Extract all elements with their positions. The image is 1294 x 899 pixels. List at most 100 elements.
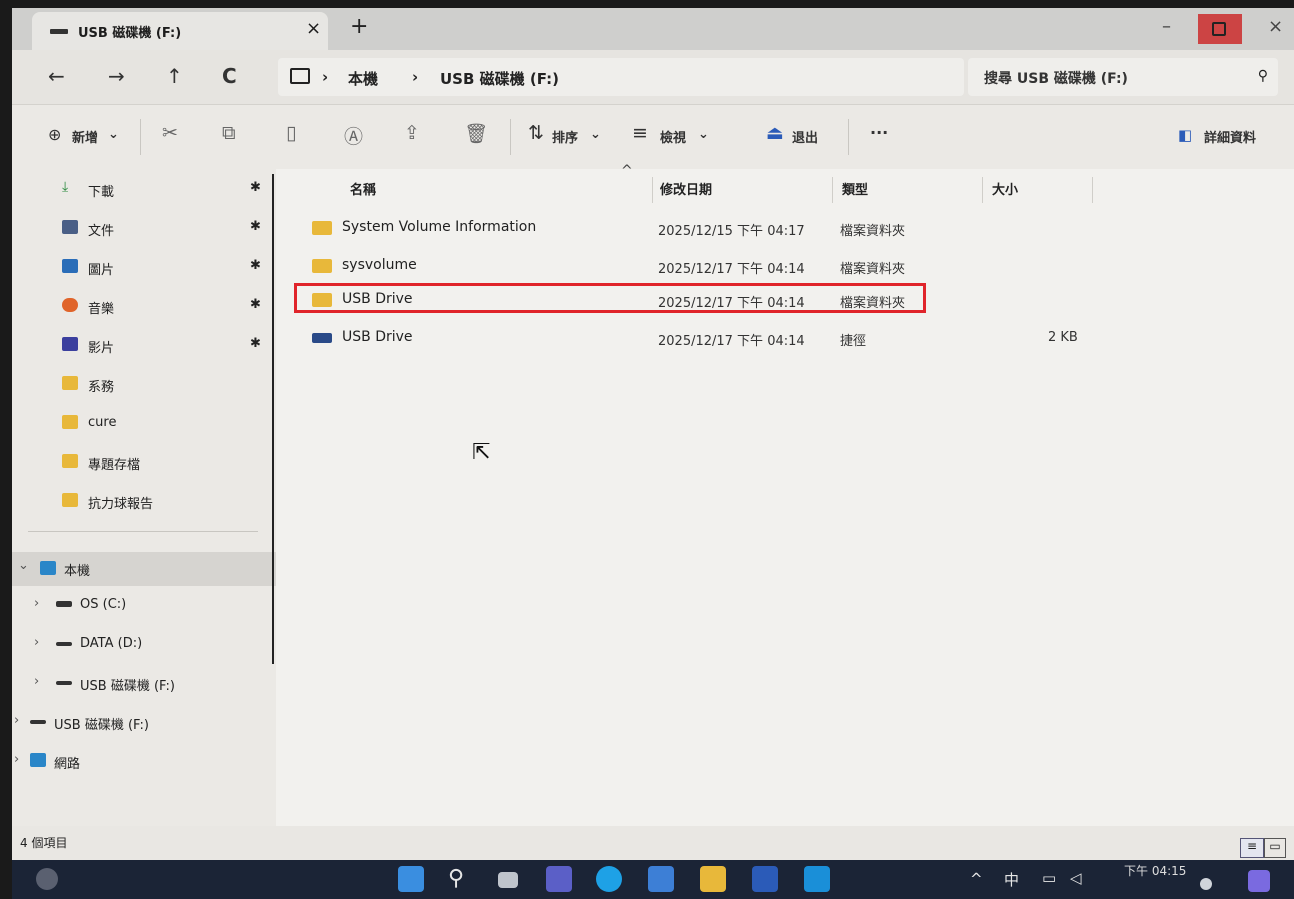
teams-icon[interactable] xyxy=(546,866,572,892)
sidebar-item-documents[interactable]: 文件 ✱ xyxy=(12,214,276,244)
chevron-right-icon[interactable]: › xyxy=(14,713,19,728)
pin-icon[interactable]: ✱ xyxy=(250,297,261,312)
paste-icon[interactable]: ▯ xyxy=(286,122,296,144)
copilot-icon[interactable] xyxy=(1248,870,1270,892)
ime-indicator[interactable]: 中 xyxy=(1004,869,1019,890)
sidebar-item-label: 音樂 xyxy=(88,302,115,317)
column-header-date[interactable]: 修改日期 xyxy=(660,179,712,198)
file-row-system-volume-information[interactable]: System Volume Information 2025/12/15 下午 … xyxy=(290,213,1280,243)
sidebar-item-network[interactable]: › 網路 xyxy=(12,747,276,777)
column-header-name[interactable]: 名稱 xyxy=(350,179,376,198)
close-window-button[interactable]: × xyxy=(1268,16,1283,37)
file-explorer-icon[interactable] xyxy=(700,866,726,892)
app-icon[interactable] xyxy=(752,866,778,892)
sidebar-item-drive-c[interactable]: › OS (C:) xyxy=(12,591,276,621)
details-view-button[interactable]: ≡ xyxy=(1240,838,1264,858)
tab-close-button[interactable]: × xyxy=(306,18,321,39)
edge-icon[interactable] xyxy=(596,866,622,892)
sidebar-item-drive-d[interactable]: › DATA (D:) xyxy=(12,630,276,660)
divider xyxy=(1092,177,1093,203)
start-button[interactable] xyxy=(398,866,424,892)
download-icon: ⤓ xyxy=(62,179,69,195)
folder-icon xyxy=(312,259,332,273)
search-input[interactable]: 搜尋 USB 磁碟機 (F:) ⚲ xyxy=(968,58,1278,96)
sidebar-item-folder[interactable]: 專題存檔 xyxy=(12,448,276,478)
sidebar-item-this-pc[interactable]: ⌄ 本機 xyxy=(12,552,276,586)
copy-icon[interactable]: ⧉ xyxy=(222,122,236,144)
folder-icon xyxy=(62,493,78,507)
sidebar-item-videos[interactable]: 影片 ✱ xyxy=(12,331,276,361)
tab-usb-drive[interactable]: USB 磁碟機 (F:) × xyxy=(32,12,328,50)
sort-button[interactable]: 排序 xyxy=(552,127,578,146)
usb-drive-icon xyxy=(56,681,72,685)
minimize-button[interactable]: – xyxy=(1162,16,1171,37)
share-icon[interactable]: ⇪ xyxy=(404,122,420,144)
eject-button[interactable]: 退出 xyxy=(792,127,818,146)
new-tab-button[interactable]: + xyxy=(350,14,368,39)
file-row-sysvolume[interactable]: sysvolume 2025/12/17 下午 04:14 檔案資料夾 xyxy=(290,251,1280,281)
sidebar-item-folder[interactable]: 抗力球報告 xyxy=(12,487,276,517)
address-bar[interactable]: › 本機 › USB 磁碟機 (F:) xyxy=(278,58,964,96)
sidebar-item-folder[interactable]: 系務 xyxy=(12,370,276,400)
chevron-down-icon[interactable]: ⌄ xyxy=(18,558,29,573)
chevron-right-icon[interactable]: › xyxy=(34,674,39,689)
pin-icon[interactable]: ✱ xyxy=(250,180,261,195)
sidebar-item-downloads[interactable]: ⤓ 下載 ✱ xyxy=(12,175,276,205)
divider xyxy=(832,177,833,203)
store-icon[interactable] xyxy=(648,866,674,892)
chevron-right-icon[interactable]: › xyxy=(34,635,39,650)
sidebar-item-drive-f[interactable]: › USB 磁碟機 (F:) xyxy=(12,669,276,699)
view-button[interactable]: 檢視 xyxy=(660,127,686,146)
sort-ascending-icon: ^ xyxy=(621,163,633,179)
sidebar-item-pictures[interactable]: 圖片 ✱ xyxy=(12,253,276,283)
rename-icon[interactable]: Ⓐ xyxy=(344,122,363,149)
sidebar-item-usb-root[interactable]: › USB 磁碟機 (F:) xyxy=(12,708,276,738)
this-pc-icon xyxy=(290,68,310,84)
up-button[interactable]: ↑ xyxy=(166,64,183,88)
new-button[interactable]: 新增 xyxy=(72,127,98,146)
sort-icon: ⇅ xyxy=(528,122,544,144)
cut-icon[interactable]: ✂ xyxy=(162,122,178,144)
sidebar-item-label: 專題存檔 xyxy=(88,458,141,473)
breadcrumb-this-pc[interactable]: 本機 xyxy=(348,68,378,89)
sidebar-item-music[interactable]: 音樂 ✱ xyxy=(12,292,276,322)
sidebar-item-label: 下載 xyxy=(88,185,115,200)
clock[interactable]: 下午 04:15 xyxy=(1124,862,1186,879)
file-row-usb-drive-shortcut[interactable]: USB Drive 2025/12/17 下午 04:14 捷徑 2 KB xyxy=(290,323,1280,353)
sort-caret-icon: ⌄ xyxy=(590,127,601,142)
maximize-button[interactable] xyxy=(1198,14,1242,44)
pin-icon[interactable]: ✱ xyxy=(250,219,261,234)
command-bar: ⊕ 新增 ⌄ ✂ ⧉ ▯ Ⓐ ⇪ 🗑 ⇅ 排序 ⌄ ≡ 檢視 ⌄ ⏏ 退出 ··… xyxy=(12,105,1294,170)
network-tray-icon[interactable]: ▭ xyxy=(1042,869,1056,887)
search-icon[interactable]: ⚲ xyxy=(448,866,464,891)
more-options-button[interactable]: ··· xyxy=(870,123,888,142)
column-header-size[interactable]: 大小 xyxy=(992,179,1018,198)
details-button[interactable]: 詳細資料 xyxy=(1204,127,1256,146)
mail-icon[interactable] xyxy=(804,866,830,892)
chevron-right-icon[interactable]: › xyxy=(14,752,19,767)
back-button[interactable]: ← xyxy=(48,64,65,88)
column-header-type[interactable]: 類型 xyxy=(842,179,868,198)
tiles-view-button[interactable]: ▭ xyxy=(1264,838,1286,858)
tray-overflow-icon[interactable]: ^ xyxy=(970,870,983,888)
chevron-right-icon[interactable]: › xyxy=(34,596,39,611)
widgets-icon[interactable] xyxy=(36,868,58,890)
pin-icon[interactable]: ✱ xyxy=(250,258,261,273)
notification-icon[interactable] xyxy=(1200,878,1212,890)
sidebar-scrollbar[interactable] xyxy=(272,174,274,664)
sidebar-item-label: OS (C:) xyxy=(80,597,127,612)
eject-icon: ⏏ xyxy=(766,122,784,144)
pin-icon[interactable]: ✱ xyxy=(250,336,261,351)
volume-icon[interactable]: ◁ xyxy=(1070,869,1082,887)
forward-button[interactable]: → xyxy=(108,64,125,88)
sidebar-item-folder[interactable]: cure xyxy=(12,409,276,439)
file-date: 2025/12/17 下午 04:14 xyxy=(658,262,805,277)
file-explorer-window: USB 磁碟機 (F:) × + – × ← → ↑ C › 本機 › USB … xyxy=(12,8,1294,860)
folder-icon xyxy=(62,376,78,390)
task-view-icon[interactable] xyxy=(498,872,518,888)
refresh-button[interactable]: C xyxy=(222,64,237,88)
divider xyxy=(848,119,849,155)
delete-icon[interactable]: 🗑 xyxy=(464,122,488,145)
title-bar: USB 磁碟機 (F:) × + – × xyxy=(12,8,1294,50)
breadcrumb-usb-drive[interactable]: USB 磁碟機 (F:) xyxy=(440,68,559,89)
